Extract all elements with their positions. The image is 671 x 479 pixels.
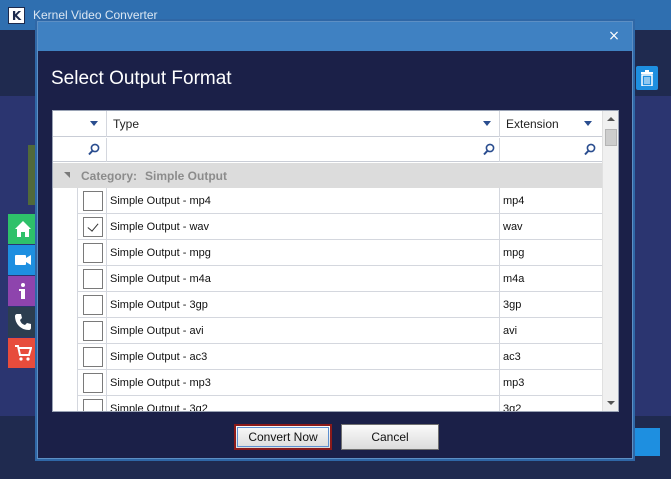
table-row[interactable]: Simple Output - avi avi (53, 318, 602, 344)
type-cell: Simple Output - ac3 (110, 351, 208, 363)
select-column-header[interactable] (53, 111, 107, 137)
row-checkbox[interactable] (83, 217, 103, 237)
extension-cell: mp4 (503, 195, 525, 207)
convert-now-button[interactable]: Convert Now (234, 424, 332, 450)
type-column-label: Type (113, 117, 140, 131)
cart-icon (15, 345, 32, 361)
extension-cell: wav (503, 221, 523, 233)
select-filter-cell[interactable] (53, 138, 107, 162)
extension-cell: avi (503, 325, 518, 337)
category-group-row[interactable]: Category: Simple Output (53, 163, 602, 188)
scroll-down-icon[interactable] (603, 395, 618, 411)
search-icon (584, 143, 596, 156)
type-cell: Simple Output - m4a (110, 273, 211, 285)
app-logo: K (8, 7, 25, 24)
format-grid: Type Extension Category: Simple Output S… (52, 110, 619, 412)
vertical-scrollbar[interactable] (602, 111, 618, 411)
table-row[interactable]: Simple Output - ac3 ac3 (53, 344, 602, 370)
type-cell: Simple Output - mpg (110, 247, 211, 259)
extension-filter-input[interactable] (500, 138, 602, 162)
search-icon (88, 143, 100, 156)
type-cell: Simple Output - wav (110, 221, 210, 233)
dialog-titlebar: × (38, 22, 632, 51)
delete-button[interactable] (636, 66, 658, 90)
search-icon (483, 143, 495, 156)
phone-icon (15, 314, 31, 330)
extension-cell: m4a (503, 273, 525, 285)
grid-header: Type Extension (53, 111, 602, 137)
collapse-arrow-icon[interactable] (64, 172, 70, 178)
type-cell: Simple Output - 3g2 (110, 403, 208, 411)
dropdown-arrow-icon (483, 121, 491, 126)
row-checkbox[interactable] (83, 373, 103, 393)
sidebar-phone-button[interactable] (8, 307, 38, 337)
video-camera-icon (15, 255, 31, 265)
dropdown-arrow-icon (90, 121, 98, 126)
sidebar-video-button[interactable] (8, 245, 38, 275)
row-checkbox[interactable] (83, 243, 103, 263)
row-checkbox[interactable] (83, 191, 103, 211)
table-row[interactable]: Simple Output - 3gp 3gp (53, 292, 602, 318)
format-rows: Simple Output - mp4 mp4 Simple Output - … (53, 188, 602, 411)
table-row[interactable]: Simple Output - 3g2 3g2 (53, 396, 602, 411)
table-row[interactable]: Simple Output - mp3 mp3 (53, 370, 602, 396)
scroll-up-icon[interactable] (603, 111, 618, 127)
app-title: Kernel Video Converter (33, 8, 158, 22)
sidebar-home-button[interactable] (8, 214, 38, 244)
extension-cell: mpg (503, 247, 525, 259)
category-value: Simple Output (145, 169, 227, 183)
row-checkbox[interactable] (83, 399, 103, 411)
type-filter-input[interactable] (107, 138, 500, 162)
app-action-button[interactable] (630, 428, 660, 456)
row-checkbox[interactable] (83, 321, 103, 341)
extension-column-header[interactable]: Extension (500, 111, 602, 137)
type-cell: Simple Output - mp4 (110, 195, 211, 207)
filter-row (53, 138, 602, 162)
extension-column-label: Extension (506, 117, 559, 131)
table-row[interactable]: Simple Output - m4a m4a (53, 266, 602, 292)
cancel-button[interactable]: Cancel (341, 424, 439, 450)
extension-cell: ac3 (503, 351, 521, 363)
category-label: Category: (81, 169, 138, 183)
close-icon[interactable]: × (606, 28, 622, 44)
extension-cell: 3g2 (503, 403, 522, 411)
type-cell: Simple Output - 3gp (110, 299, 208, 311)
convert-now-label: Convert Now (237, 427, 329, 447)
trash-icon (641, 70, 653, 86)
type-column-header[interactable]: Type (107, 111, 500, 137)
sidebar-info-button[interactable] (8, 276, 38, 306)
row-checkbox[interactable] (83, 295, 103, 315)
row-checkbox[interactable] (83, 347, 103, 367)
sidebar-cart-button[interactable] (8, 338, 38, 368)
table-row[interactable]: Simple Output - mpg mpg (53, 240, 602, 266)
dropdown-arrow-icon (584, 121, 592, 126)
extension-cell: mp3 (503, 377, 525, 389)
info-icon (19, 283, 25, 299)
extension-cell: 3gp (503, 299, 522, 311)
type-cell: Simple Output - avi (110, 325, 204, 337)
type-cell: Simple Output - mp3 (110, 377, 211, 389)
table-row[interactable]: Simple Output - mp4 mp4 (53, 188, 602, 214)
table-row[interactable]: Simple Output - wav wav (53, 214, 602, 240)
home-icon (15, 221, 31, 237)
dialog-title: Select Output Format (51, 68, 232, 89)
row-checkbox[interactable] (83, 269, 103, 289)
select-output-format-dialog: × Select Output Format Type Extension Ca… (37, 21, 633, 459)
scroll-thumb[interactable] (605, 129, 617, 146)
